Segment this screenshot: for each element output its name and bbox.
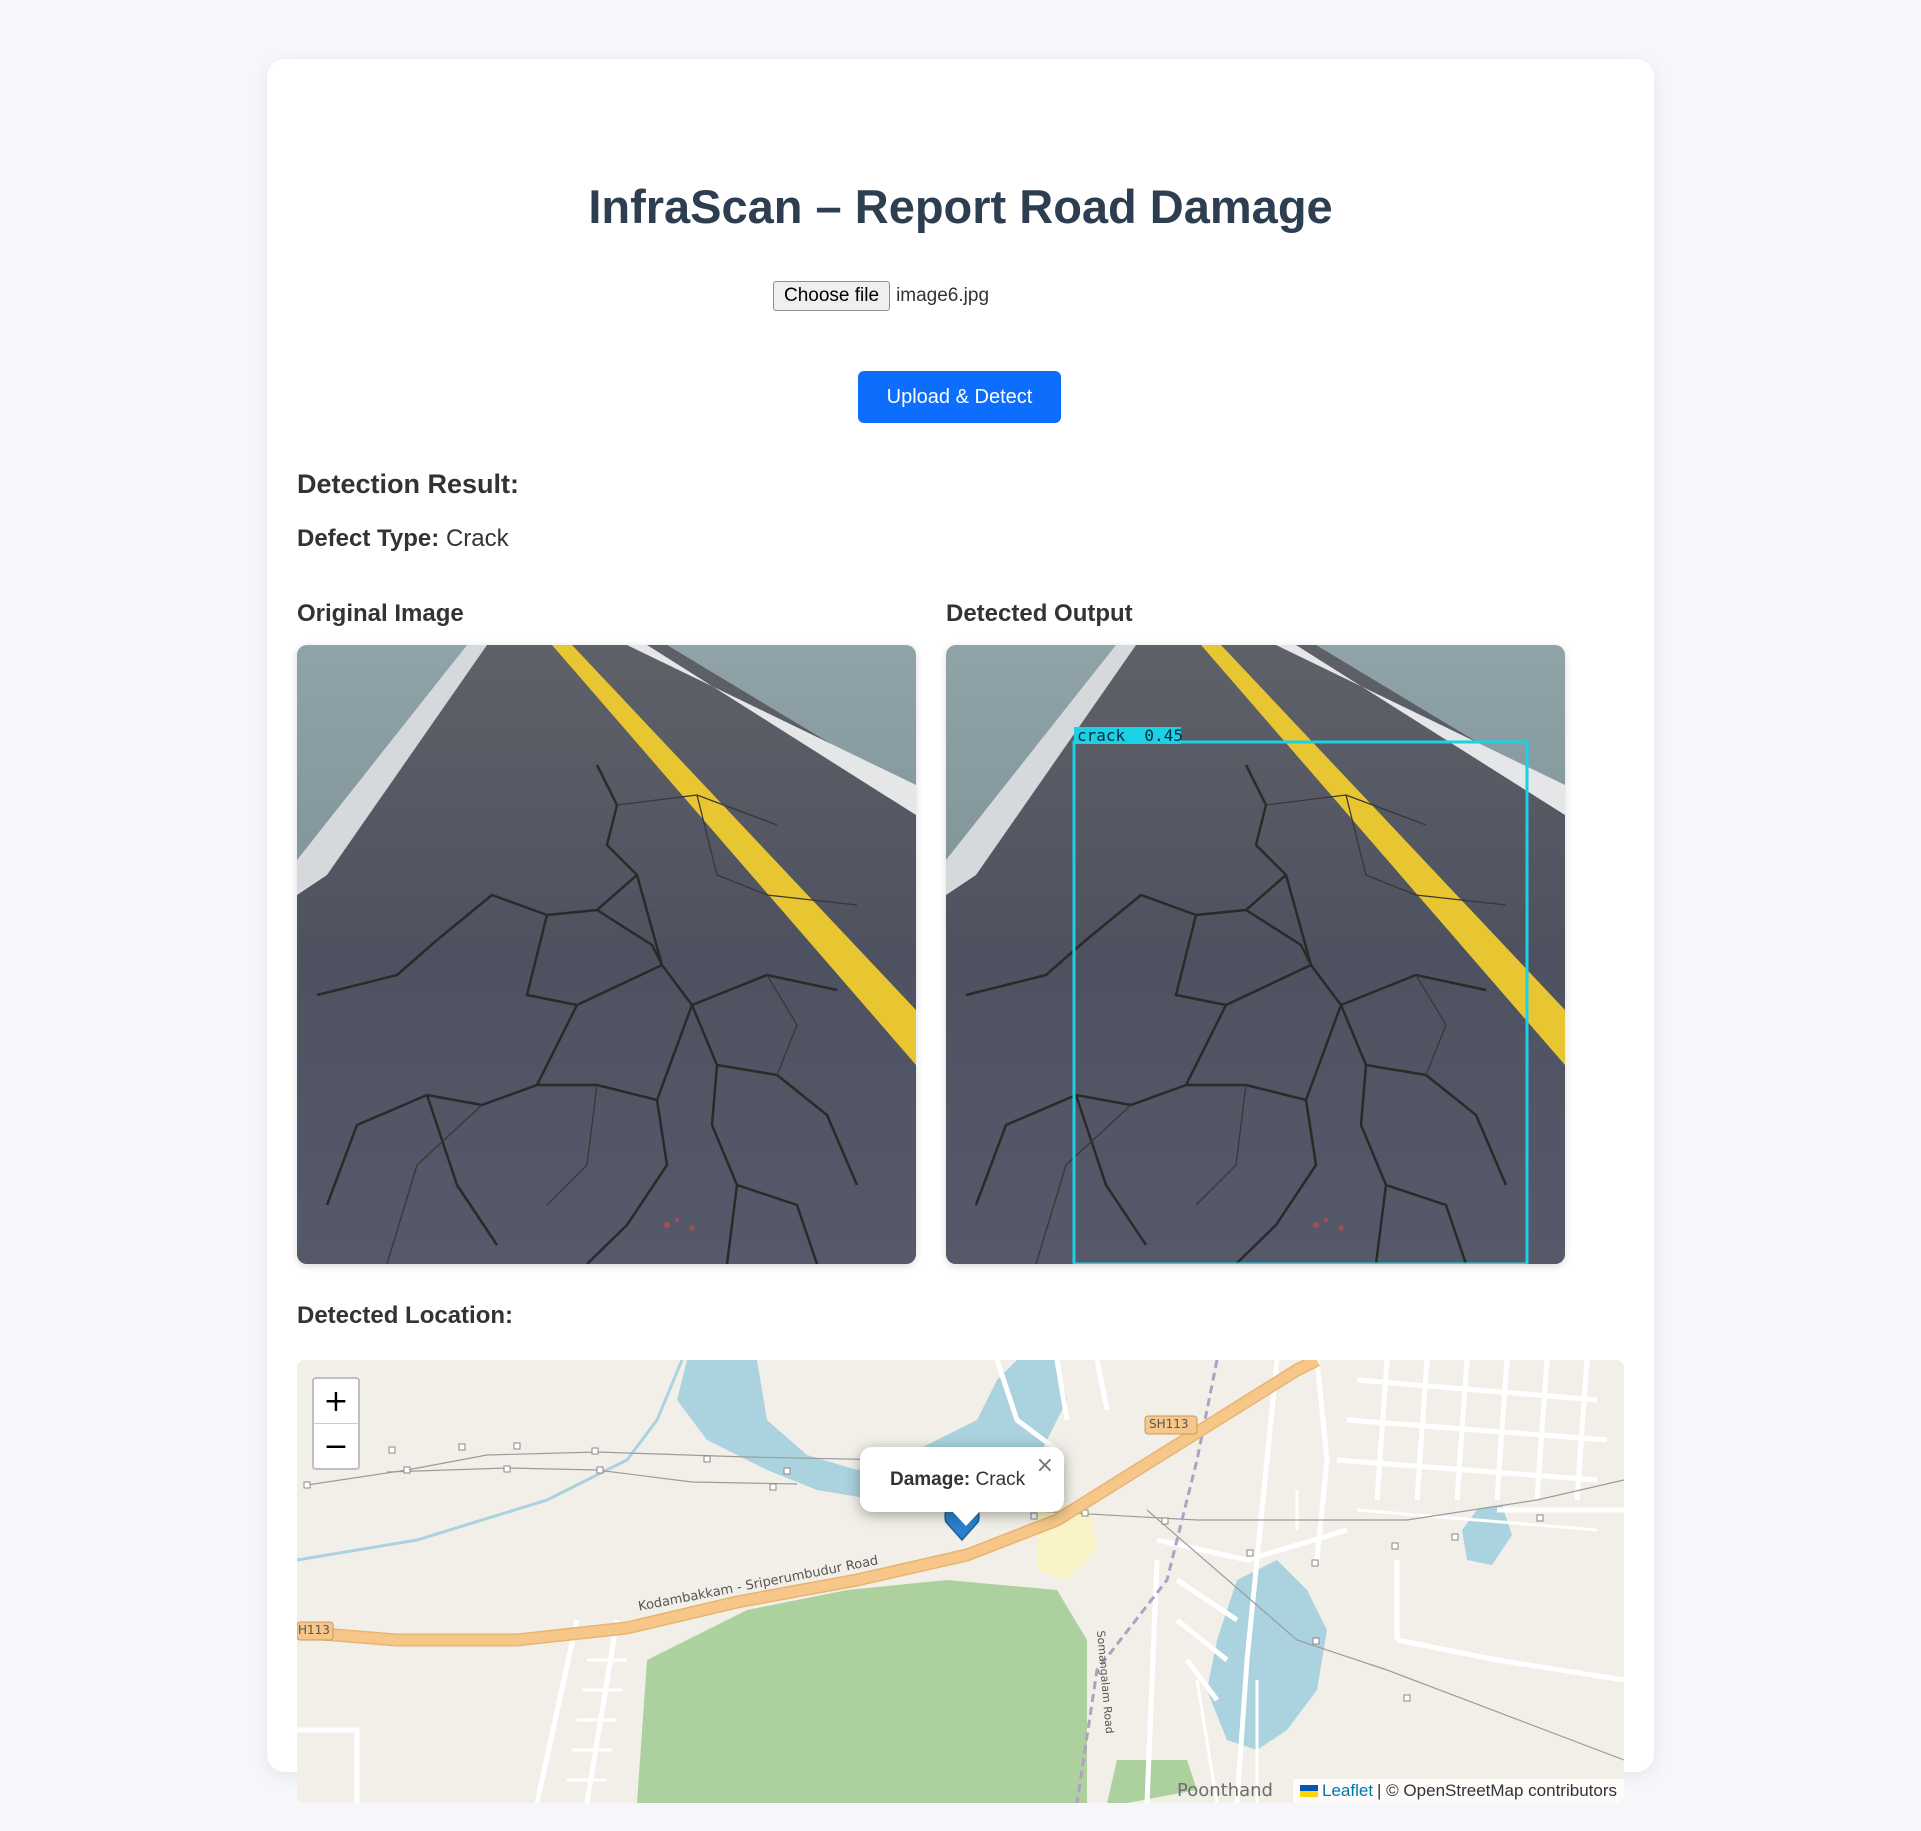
ukraine-flag-icon [1300, 1785, 1318, 1797]
defect-type-line: Defect Type: Crack [297, 525, 509, 553]
selected-file-name: image6.jpg [896, 285, 990, 306]
leaflet-link[interactable]: Leaflet [1322, 1781, 1373, 1801]
map-label-sh113: SH113 [1149, 1417, 1189, 1431]
map-label-h113: H113 [298, 1623, 330, 1637]
location-map[interactable]: Kodambakkam - Sriperumbudur Road SH113 H… [297, 1360, 1624, 1803]
zoom-control: + − [312, 1377, 360, 1470]
detected-output-image: crack 0.45 [946, 645, 1565, 1264]
detection-result-heading: Detection Result: [297, 469, 520, 499]
choose-file-button[interactable]: Choose file [773, 281, 891, 311]
report-card: InfraScan – Report Road Damage Choose fi… [267, 59, 1654, 1803]
popup-label: Damage: [890, 1468, 971, 1490]
popup-tip [951, 1510, 981, 1526]
marker-popup: Damage: Crack × [860, 1447, 1064, 1512]
popup-close-icon[interactable]: × [1036, 1453, 1054, 1478]
zoom-in-button[interactable]: + [314, 1379, 358, 1423]
zoom-out-button[interactable]: − [314, 1423, 358, 1468]
file-input[interactable]: Choose file image6.jpg [773, 281, 989, 311]
original-image [297, 645, 916, 1264]
defect-type-value: Crack [445, 525, 509, 552]
original-image-label: Original Image [297, 600, 464, 627]
map-attribution: Leaflet | © OpenStreetMap contributors [1293, 1779, 1624, 1803]
map-label-town: Poonthand [1177, 1780, 1273, 1801]
page-title: InfraScan – Report Road Damage [588, 180, 1333, 233]
attribution-text: | © OpenStreetMap contributors [1377, 1781, 1617, 1800]
detection-box-label: crack 0.45 [1077, 726, 1183, 745]
popup-value: Crack [975, 1468, 1026, 1490]
upload-detect-button[interactable]: Upload & Detect [858, 371, 1061, 423]
detected-output-label: Detected Output [946, 600, 1133, 627]
defect-type-label: Defect Type: [297, 525, 440, 552]
detected-location-heading: Detected Location: [297, 1302, 514, 1329]
